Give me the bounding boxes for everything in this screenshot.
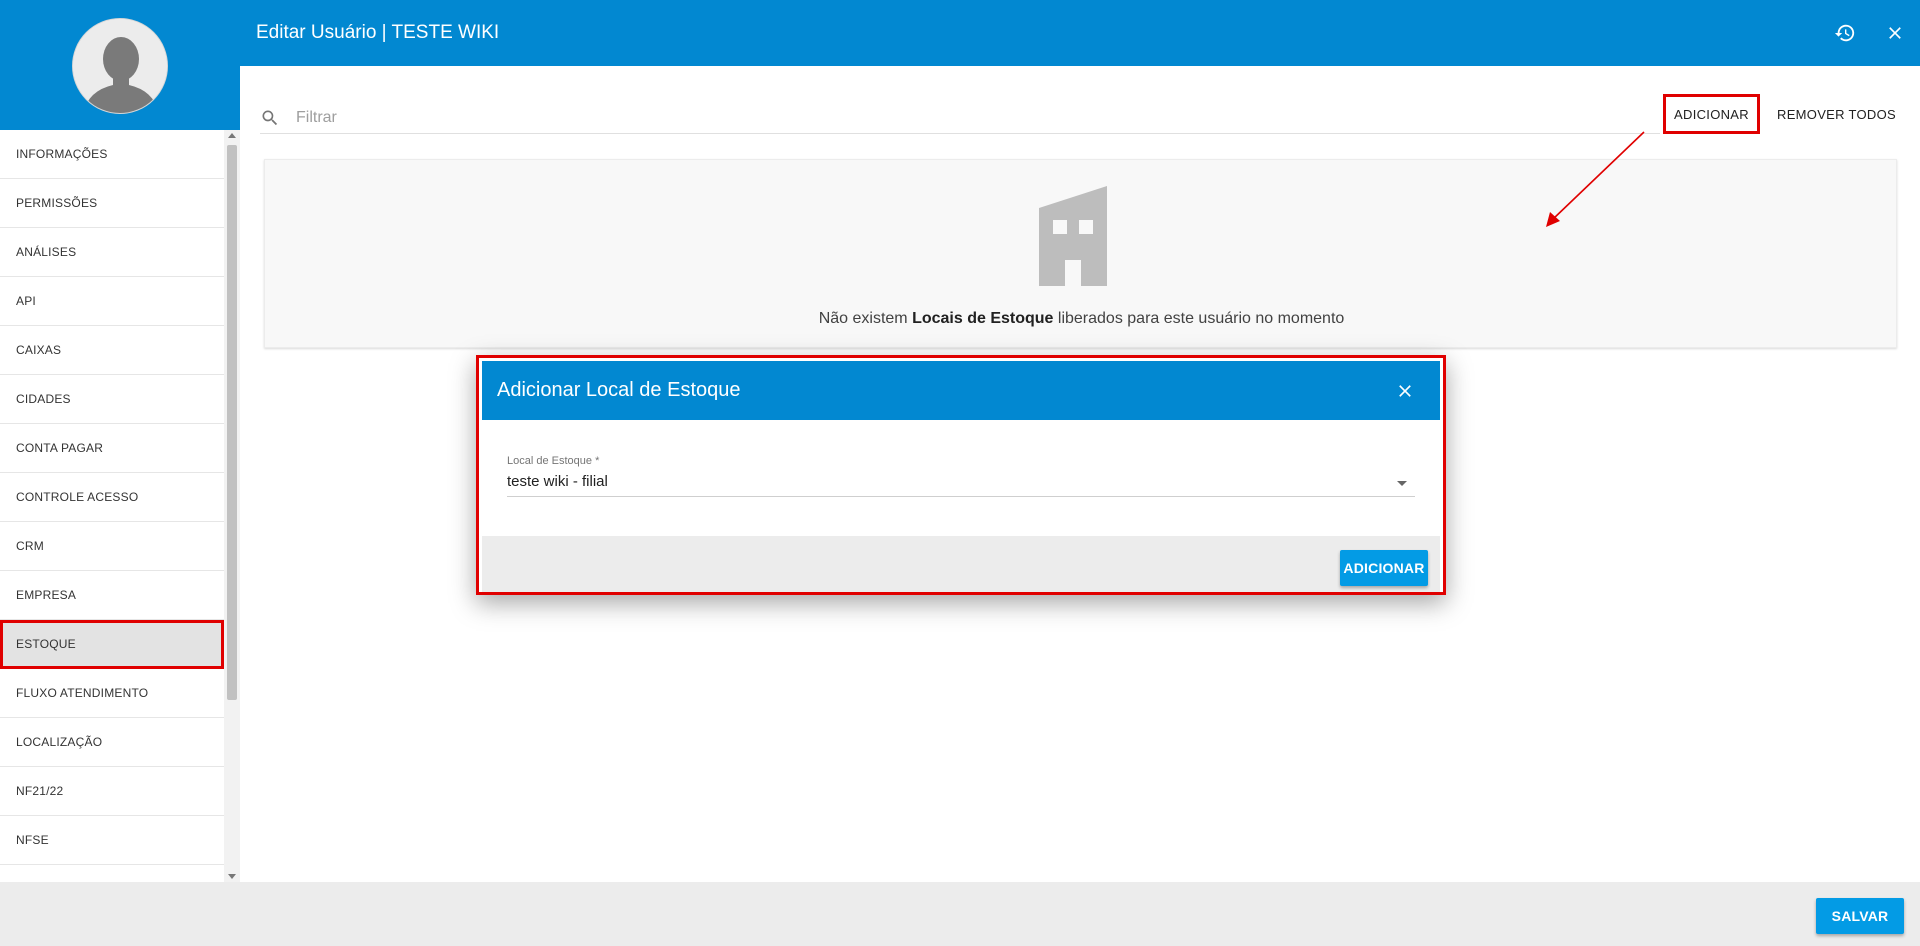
sidebar-item-label: CIDADES (16, 392, 71, 406)
stock-location-select[interactable]: Local de Estoque * teste wiki - filial (507, 455, 1415, 497)
dialog-close-button[interactable] (1380, 366, 1430, 416)
sidebar: INFORMAÇÕES PERMISSÕES ANÁLISES API CAIXAS CI… (0, 0, 240, 882)
annotation-arrow-icon (1546, 131, 1645, 227)
stock-location-label: Local de Estoque * (507, 455, 600, 467)
sidebar-item-empresa[interactable]: EMPRESA (0, 571, 224, 620)
sidebar-item-fluxo-atendimento[interactable]: FLUXO ATENDIMENTO (0, 669, 224, 718)
sidebar-item-nf21-22[interactable]: NF21/22 (0, 767, 224, 816)
avatar[interactable] (72, 18, 168, 114)
history-button[interactable] (1820, 8, 1870, 58)
scrollbar-thumb[interactable] (227, 145, 237, 700)
filter-bar (260, 102, 1660, 134)
dialog-header: Adicionar Local de Estoque (482, 361, 1440, 420)
sidebar-item-an-lises[interactable]: ANÁLISES (0, 228, 224, 277)
sidebar-item-label: CONTROLE ACESSO (16, 490, 139, 504)
sidebar-item-crm[interactable]: CRM (0, 522, 224, 571)
search-icon (262, 110, 278, 125)
scroll-up-arrow-icon[interactable] (228, 133, 236, 138)
sidebar-item-label: PERMISSÕES (16, 196, 98, 210)
sidebar-item-api[interactable]: API (0, 277, 224, 326)
building-icon (1039, 186, 1107, 286)
dialog-add-button-label: ADICIONAR (1343, 560, 1425, 576)
empty-state-message: Não existem Locais de Estoque liberados … (265, 310, 1898, 328)
history-icon (1834, 24, 1855, 42)
sidebar-item-estoque[interactable]: ESTOQUE (0, 620, 224, 669)
dialog-footer: ADICIONAR (482, 536, 1440, 592)
sidebar-item-cidades[interactable]: CIDADES (0, 375, 224, 424)
remove-all-button[interactable]: REMOVER TODOS (1764, 94, 1909, 134)
sidebar-item-label: CONTA PAGAR (16, 441, 104, 455)
sidebar-item-label: NFSe (16, 833, 49, 847)
sidebar-item-label: LOCALIZAÇÃO (16, 735, 103, 749)
scroll-down-arrow-icon[interactable] (228, 874, 236, 879)
sidebar-item-label: NF21/22 (16, 784, 64, 798)
page-title: Editar Usuário | TESTE WIKI (256, 22, 500, 43)
close-icon (1889, 27, 1901, 39)
sidebar-item-label: INFORMAÇÕES (16, 147, 108, 161)
empty-state-text-after: liberados para este usuário no momento (1053, 310, 1345, 327)
sidebar-header (0, 0, 240, 130)
sidebar-item-label: CAIXAS (16, 343, 62, 357)
sidebar-item-label: FLUXO ATENDIMENTO (16, 686, 149, 700)
sidebar-item-permiss-es[interactable]: PERMISSÕES (0, 179, 224, 228)
stock-location-value: teste wiki - filial (507, 473, 608, 490)
sidebar-scrollbar[interactable] (224, 130, 240, 882)
sidebar-nav: INFORMAÇÕES PERMISSÕES ANÁLISES API CAIXAS CI… (0, 130, 224, 882)
sidebar-item-label: EMPRESA (16, 588, 77, 602)
add-stock-location-dialog: Adicionar Local de Estoque Local de Esto… (476, 355, 1446, 595)
close-button[interactable] (1870, 8, 1920, 58)
empty-state-text-before: Não existem (818, 310, 913, 327)
sidebar-item-label: ESTOQUE (16, 637, 76, 651)
sidebar-item-conta-pagar[interactable]: CONTA PAGAR (0, 424, 224, 473)
chevron-down-icon[interactable] (1397, 481, 1407, 486)
remove-all-button-label: REMOVER TODOS (1777, 106, 1896, 122)
save-button-label: SALVAR (1831, 908, 1889, 924)
app-root: INFORMAÇÕES PERMISSÕES ANÁLISES API CAIXAS CI… (0, 0, 1920, 946)
user-silhouette-icon (73, 19, 167, 113)
sidebar-item-label: API (16, 294, 36, 308)
add-button[interactable]: ADICIONAR (1663, 94, 1760, 134)
header-actions (1820, 0, 1920, 66)
filter-input[interactable] (296, 108, 1596, 127)
sidebar-item-label: CRM (16, 539, 44, 553)
sidebar-item-localiza-o[interactable]: LOCALIZAÇÃO (0, 718, 224, 767)
footer-bar: SALVAR (0, 882, 1920, 946)
page-header: Editar Usuário | TESTE WIKI (240, 0, 1920, 66)
dialog-add-button[interactable]: ADICIONAR (1340, 550, 1428, 586)
sidebar-item-informa-es[interactable]: INFORMAÇÕES (0, 130, 224, 179)
sidebar-item-label: ANÁLISES (16, 245, 77, 259)
sidebar-item-controle-acesso[interactable]: CONTROLE ACESSO (0, 473, 224, 522)
dialog-title: Adicionar Local de Estoque (497, 379, 741, 401)
sidebar-item-nfse[interactable]: NFSe (0, 816, 224, 865)
add-button-label: ADICIONAR (1674, 106, 1749, 122)
sidebar-item-caixas[interactable]: CAIXAS (0, 326, 224, 375)
close-icon (1399, 385, 1411, 397)
empty-state-text-bold: Locais de Estoque (912, 310, 1054, 327)
save-button[interactable]: SALVAR (1816, 898, 1904, 934)
empty-state-card: Não existem Locais de Estoque liberados … (264, 159, 1897, 348)
